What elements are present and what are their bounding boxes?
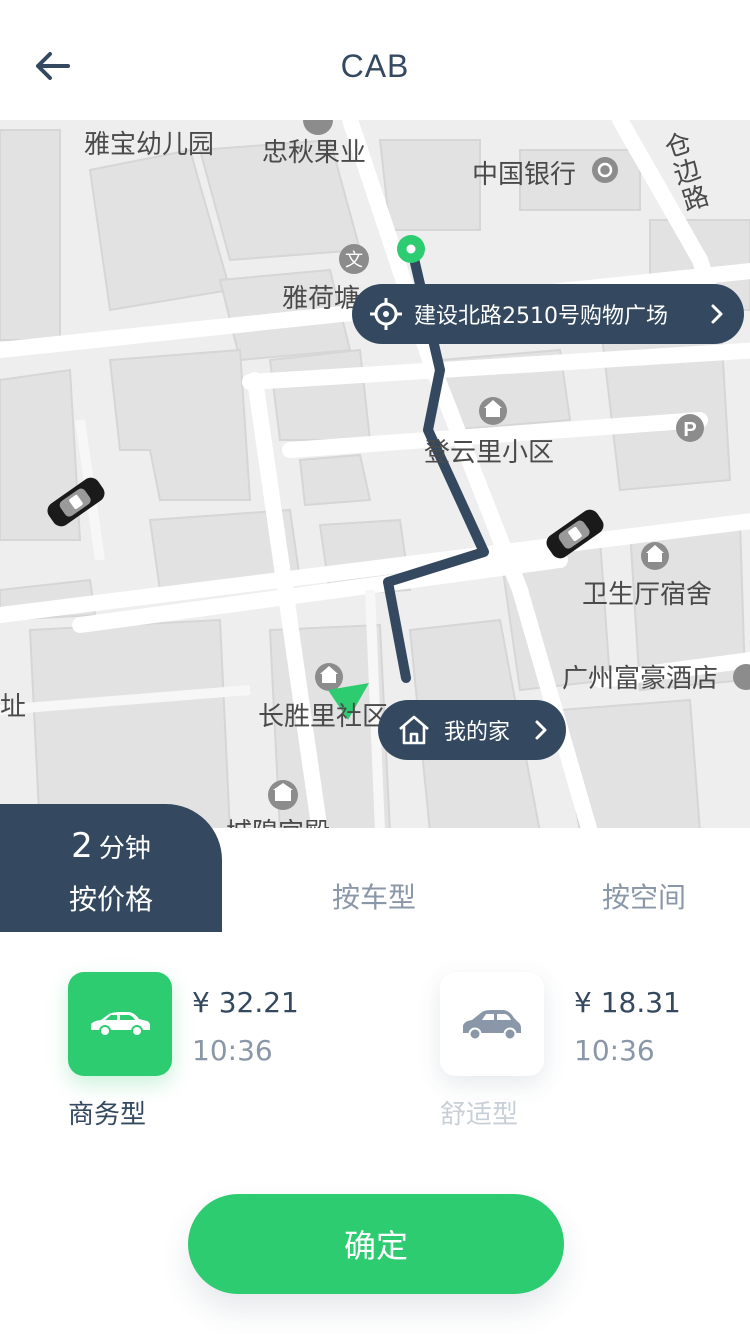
map-label-kindergarten: 雅宝幼儿园 bbox=[84, 130, 215, 160]
map-label-health: 卫生厅宿舍 bbox=[582, 580, 713, 610]
svg-text:文: 文 bbox=[345, 250, 363, 271]
sort-tabs: 2 分钟 按价格 按车型 按空间 bbox=[0, 804, 750, 932]
car-price: ¥ 32.21 bbox=[192, 986, 299, 1019]
map-label-bank: 中国银行 bbox=[472, 160, 577, 190]
car-price: ¥ 18.31 bbox=[574, 986, 681, 1019]
destination-bubble[interactable]: 建设北路2510号购物广场 bbox=[352, 284, 744, 344]
tab-by-space[interactable]: 按空间 bbox=[602, 876, 686, 916]
map-label-dengyun: 登云里小区 bbox=[424, 438, 555, 468]
eta-unit: 分钟 bbox=[98, 834, 151, 864]
map-label-fruit: 忠秋果业 bbox=[262, 138, 367, 168]
confirm-button[interactable]: 确定 bbox=[188, 1194, 564, 1294]
map-label-changsheng: 长胜里社区 bbox=[258, 702, 389, 732]
page-title: CAB bbox=[340, 48, 410, 84]
tab-by-type[interactable]: 按车型 bbox=[332, 876, 416, 916]
origin-bubble[interactable]: 我的家 bbox=[378, 700, 566, 760]
map-view[interactable]: 文 P 雅宝幼儿园 忠秋果业 中国银行 仓边路 雅荷塘 登云里小区 卫生厅宿舍 … bbox=[0, 120, 750, 832]
eta-minutes: 2 分钟 bbox=[0, 826, 222, 866]
car-name: 舒适型 bbox=[440, 1100, 519, 1130]
hatchback-icon bbox=[463, 1010, 521, 1041]
eta-value: 2 bbox=[71, 826, 93, 866]
sedan-icon bbox=[91, 1012, 150, 1037]
map-label-hotel: 广州富豪酒店 bbox=[562, 664, 719, 694]
destination-text: 建设北路2510号购物广场 bbox=[414, 304, 668, 329]
car-name: 商务型 bbox=[68, 1100, 147, 1130]
app-header: CAB bbox=[0, 0, 750, 120]
svg-text:P: P bbox=[683, 419, 696, 441]
car-icon-tile bbox=[68, 972, 172, 1076]
car-options: ¥ 32.21 10:36 商务型 ¥ 18.31 10:36 舒适型 bbox=[0, 932, 750, 1192]
chevron-right-icon bbox=[535, 720, 547, 740]
map-label-site: 遗址 bbox=[0, 692, 27, 722]
car-icon-tile bbox=[440, 972, 544, 1076]
tab-by-price[interactable]: 2 分钟 按价格 bbox=[0, 804, 222, 932]
map-label-yahe: 雅荷塘 bbox=[282, 284, 361, 314]
car-time: 10:36 bbox=[574, 1034, 655, 1067]
car-time: 10:36 bbox=[192, 1034, 273, 1067]
crosshair-icon bbox=[370, 298, 402, 330]
origin-text: 我的家 bbox=[444, 720, 511, 745]
tab-by-price-label: 按价格 bbox=[68, 883, 153, 916]
home-icon bbox=[399, 715, 429, 745]
chevron-right-icon bbox=[711, 304, 723, 324]
